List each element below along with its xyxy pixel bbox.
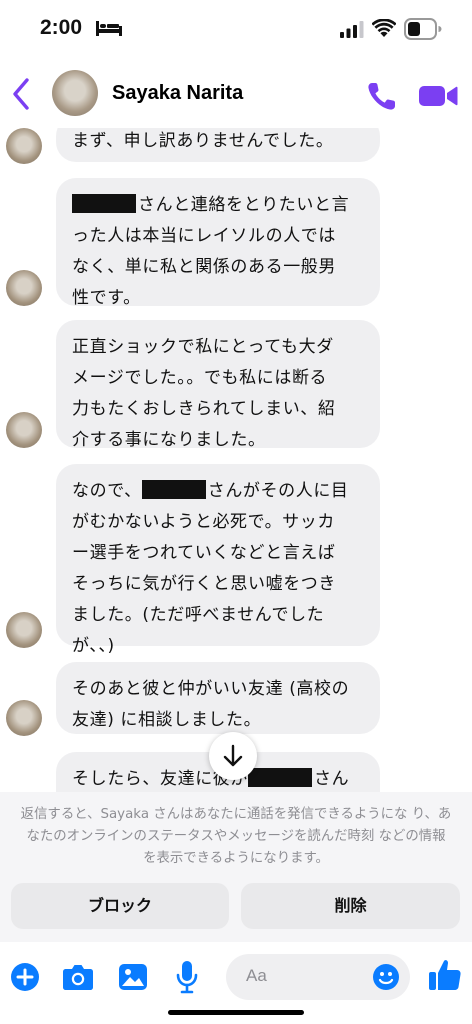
- block-button[interactable]: ブロック: [11, 883, 229, 929]
- redacted-name: [72, 194, 136, 213]
- contact-avatar[interactable]: [52, 70, 98, 116]
- redacted-name: [248, 768, 312, 787]
- sender-avatar: [6, 612, 42, 648]
- message-list[interactable]: まず、申し訳ありませんでした。 さんと連絡をとりたいと言 った人は本当にレイソル…: [0, 128, 472, 792]
- sender-avatar: [6, 700, 42, 736]
- message-bubble[interactable]: さんと連絡をとりたいと言 った人は本当にレイソルの人では なく、単に私と関係のあ…: [56, 178, 380, 308]
- message-text: そのあと彼と仲がいい友達 (高校の 友達) に相談しました。: [72, 679, 350, 730]
- message-input-placeholder: Aa: [246, 966, 267, 985]
- home-indicator: [168, 1010, 304, 1015]
- plus-icon[interactable]: [10, 962, 40, 992]
- emoji-icon[interactable]: [372, 963, 400, 991]
- message-text: さんがその人に目 がむかないようと必死で。サッカ ー選手をつれていくなどと言えば…: [72, 481, 349, 656]
- status-time: 2:00: [40, 16, 83, 39]
- arrow-down-icon: [223, 744, 243, 767]
- notice-text: 返信すると、Sayaka さんはあなたに通話を発信できるようにな り、あなたのオ…: [20, 807, 452, 866]
- chat-header: Sayaka Narita: [0, 62, 472, 128]
- video-call-icon[interactable]: [418, 82, 458, 110]
- redacted-name: [141, 480, 206, 499]
- message-input[interactable]: Aa: [226, 954, 410, 1000]
- scroll-to-bottom-button[interactable]: [209, 732, 257, 780]
- thumbs-up-icon[interactable]: [428, 958, 462, 992]
- wifi-icon: [372, 19, 396, 37]
- message-bubble[interactable]: まず、申し訳ありませんでした。: [56, 128, 380, 162]
- bed-icon: [96, 21, 122, 36]
- photo-gallery-icon[interactable]: [118, 962, 148, 992]
- sender-avatar: [6, 270, 42, 306]
- message-text-prefix: なので、: [72, 481, 142, 501]
- back-chevron-icon[interactable]: [10, 77, 32, 111]
- message-bubble[interactable]: 正直ショックで私にとっても大ダ メージでした。。でも私には断る 力もたくおしきら…: [56, 320, 380, 450]
- message-bubble[interactable]: なので、 さんがその人に目 がむかないようと必死で。サッカ ー選手をつれていくなど…: [56, 464, 380, 656]
- message-text: まず、申し訳ありませんでした。: [72, 131, 334, 151]
- sender-avatar: [6, 412, 42, 448]
- message-bubble[interactable]: そのあと彼と仲がいい友達 (高校の 友達) に相談しました。: [56, 662, 380, 734]
- cellular-signal-icon: [340, 21, 364, 38]
- sender-avatar: [6, 128, 42, 164]
- message-text: さん: [314, 769, 350, 789]
- battery-icon: [404, 18, 442, 40]
- microphone-icon[interactable]: [176, 960, 198, 994]
- contact-name[interactable]: Sayaka Narita: [112, 82, 243, 105]
- phone-call-icon[interactable]: [366, 80, 398, 112]
- message-text: 正直ショックで私にとっても大ダ メージでした。。でも私には断る 力もたくおしきら…: [72, 337, 336, 450]
- camera-icon[interactable]: [62, 963, 94, 991]
- status-bar: 2:00: [0, 0, 472, 62]
- delete-button[interactable]: 削除: [241, 883, 460, 929]
